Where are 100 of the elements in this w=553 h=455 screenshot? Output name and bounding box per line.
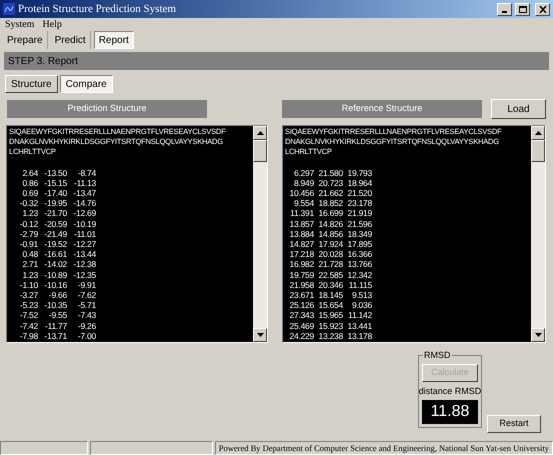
coordinate-value: -13.71 [43, 330, 67, 342]
coordinate-value: -21.49 [43, 228, 67, 240]
coordinate-value: 9.513 [350, 290, 372, 300]
coordinate-value: -14.76 [72, 198, 96, 208]
coordinate-value: 20.723 [318, 178, 343, 188]
group-label: RMSD [423, 350, 452, 361]
scroll-thumb[interactable] [531, 140, 545, 162]
coordinate-value: 17.895 [346, 239, 372, 250]
coordinate-value: 23.671 [288, 290, 314, 300]
tab[interactable]: Structure [5, 75, 58, 93]
coordinate-value: -7.52 [18, 310, 38, 321]
coordinate-value: 18.349 [346, 228, 372, 240]
coordinate-value: 1.23 [21, 270, 38, 280]
coordinate-value: -1.10 [18, 280, 38, 290]
coordinate-value: 10.456 [288, 188, 314, 198]
scroll-up-icon[interactable] [531, 126, 545, 140]
tab[interactable]: Report [94, 31, 134, 49]
coordinate-value: -9.91 [76, 280, 96, 290]
coordinate-value: -14.02 [43, 259, 67, 270]
coordinate-value: 24.229 [288, 330, 314, 342]
panel-header: Prediction Structure [7, 100, 207, 118]
coordinate-value: 20.346 [318, 280, 343, 290]
coordinate-value: -11.01 [73, 228, 96, 240]
coordinate-value: 21.596 [346, 218, 372, 229]
coordinate-value: 21.919 [346, 208, 372, 219]
coordinate-value: -12.69 [72, 208, 96, 219]
coordinate-value: 17.218 [288, 249, 314, 260]
coordinate-value: -8.74 [76, 168, 96, 178]
coordinate-value: 15.654 [318, 300, 343, 310]
coordinate-value: 9.554 [292, 198, 314, 208]
coordinate-value: -0.12 [18, 218, 38, 229]
tab[interactable]: Predict [50, 31, 91, 49]
coordinate-value: 9.036 [350, 300, 372, 310]
scroll-up-icon[interactable] [253, 126, 267, 140]
panel-header: Reference Structure [282, 100, 482, 118]
scroll-down-icon[interactable] [253, 328, 267, 342]
coordinate-value: -9.66 [48, 290, 67, 300]
coordinate-value: 14.826 [318, 218, 343, 229]
coordinate-value: -10.16 [43, 280, 67, 290]
coordinate-value: -17.40 [43, 188, 67, 198]
coordinate-value: -10.35 [43, 300, 67, 310]
scrollbar[interactable] [253, 126, 267, 342]
coordinate-value: -10.19 [72, 218, 96, 229]
app-icon [3, 3, 15, 15]
coordinate-value: -7.43 [76, 310, 96, 321]
restart-button[interactable]: Restart [487, 415, 541, 433]
scroll-thumb[interactable] [253, 140, 267, 162]
coordinate-value: -10.89 [43, 270, 67, 280]
coordinate-value: -21.70 [43, 208, 67, 219]
coordinate-value: 14.856 [318, 228, 343, 240]
coordinate-value: 27.343 [288, 310, 314, 321]
coordinate-value: 2.64 [21, 168, 38, 178]
coordinate-value: 0.69 [21, 188, 38, 198]
scroll-down-icon[interactable] [531, 328, 545, 342]
coordinate-value: 16.366 [346, 249, 372, 260]
tab[interactable]: Compare [60, 75, 113, 93]
coordinate-value: 18.852 [318, 198, 343, 208]
coordinate-value: 23.178 [346, 198, 372, 208]
menu-item[interactable]: System [5, 17, 34, 32]
coordinate-value: 6.297 [292, 168, 314, 178]
coordinate-value: -9.55 [48, 310, 67, 321]
coordinate-value: -19.52 [43, 239, 67, 250]
coordinate-value: 21.958 [288, 280, 314, 290]
close-icon[interactable] [535, 2, 550, 16]
coordinate-value: -19.95 [43, 198, 67, 208]
coordinate-value: -11.77 [44, 320, 67, 331]
menu-item[interactable]: Help [42, 17, 62, 32]
coordinate-value: 19.759 [288, 270, 314, 280]
coordinate-value: -5.23 [18, 300, 38, 310]
coordinate-value: -0.32 [18, 198, 38, 208]
coordinate-value: -3.27 [18, 290, 38, 300]
coordinate-value: 21.520 [346, 188, 372, 198]
coordinate-value: -12.38 [72, 259, 96, 270]
coordinate-value: 21.662 [318, 188, 343, 198]
maximize-icon[interactable] [515, 2, 530, 16]
coordinate-value: -12.35 [72, 270, 96, 280]
minimize-icon[interactable] [497, 2, 512, 16]
result-label: distance RMSD [418, 385, 482, 398]
coordinate-value: -0.91 [18, 239, 38, 250]
coordinate-value: 12.342 [346, 270, 372, 280]
tab[interactable]: Prepare [3, 31, 48, 49]
coordinate-value: -2.79 [18, 228, 38, 240]
scrollbar[interactable] [531, 126, 545, 342]
coordinate-value: 25.469 [288, 320, 314, 331]
load-button[interactable]: Load [491, 99, 546, 119]
coordinate-value: 15.965 [318, 310, 343, 321]
coordinate-value: 21.580 [318, 168, 343, 178]
coordinate-value: -13.50 [43, 168, 67, 178]
coordinate-value: 16.982 [288, 259, 314, 270]
coordinate-value: 16.699 [318, 208, 343, 219]
rmsd-value: 11.88 [422, 400, 478, 424]
coordinate-value: 11.115 [348, 280, 372, 290]
coordinate-value: 0.86 [21, 178, 38, 188]
step-bar: STEP 3. Report [4, 52, 549, 70]
coordinate-value: -7.98 [18, 330, 38, 342]
coordinate-value: 18.145 [318, 290, 343, 300]
status-bar-text: Powered By Department of Computer Science and Engineering, National Sun Yat-sen University [214, 441, 553, 455]
coordinate-value: 13.884 [288, 228, 314, 240]
coordinate-value: 17.924 [318, 239, 343, 250]
window-title: Protein Structure Prediction System [18, 2, 177, 17]
